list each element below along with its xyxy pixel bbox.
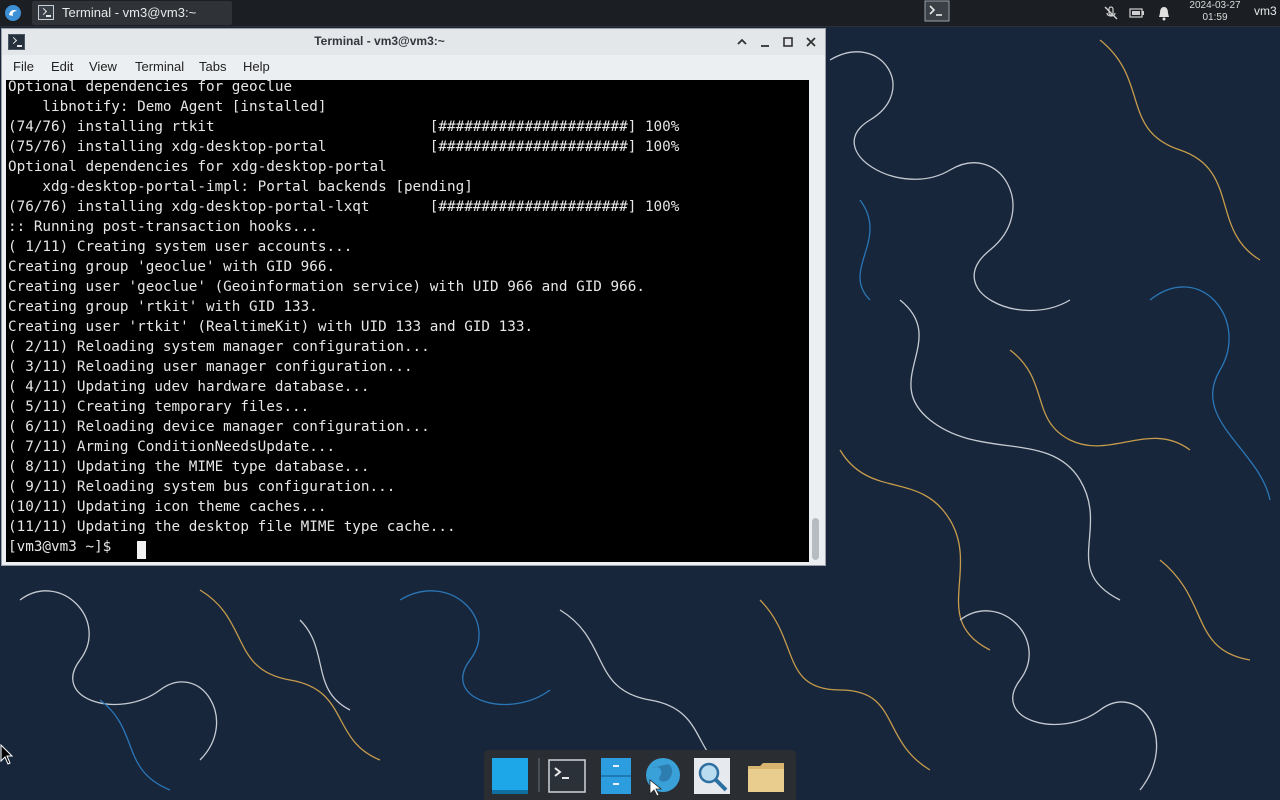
start-menu-icon[interactable] — [4, 4, 22, 22]
close-icon[interactable] — [801, 32, 821, 52]
taskbar-button-terminal[interactable]: Terminal - vm3@vm3:~ — [32, 1, 232, 25]
scrollbar[interactable] — [809, 80, 823, 562]
terminal-line: (74/76) installing rtkit [##############… — [8, 119, 680, 135]
terminal-line: ( 8/11) Updating the MIME type database.… — [8, 459, 370, 475]
window-title: Terminal - vm3@vm3:~ — [314, 34, 445, 48]
mic-muted-icon[interactable] — [1103, 5, 1119, 21]
terminal-line: ( 5/11) Creating temporary files... — [8, 399, 310, 415]
terminal-line: xdg-desktop-portal-impl: Portal backends… — [8, 179, 473, 195]
menubar: File Edit View Terminal Tabs Help — [2, 55, 825, 79]
clock[interactable]: 2024-03-27 01:59 — [1182, 0, 1248, 24]
terminal-icon — [38, 5, 54, 20]
scrollbar-thumb[interactable] — [812, 518, 819, 560]
terminal-window: Terminal - vm3@vm3:~ File Edit View Term… — [1, 28, 826, 566]
terminal-line: (10/11) Updating icon theme caches... — [8, 499, 327, 515]
terminal-line: libnotify: Demo Agent [installed] — [8, 99, 327, 115]
terminal-line: ( 6/11) Reloading device manager configu… — [8, 419, 430, 435]
terminal-line: Optional dependencies for geoclue — [8, 80, 293, 95]
terminal-line: ( 2/11) Reloading system manager configu… — [8, 339, 430, 355]
minimize-icon[interactable] — [755, 32, 775, 52]
window-titlebar[interactable]: Terminal - vm3@vm3:~ — [2, 29, 825, 55]
terminal-line: ( 7/11) Arming ConditionNeedsUpdate... — [8, 439, 336, 455]
menu-terminal[interactable]: Terminal — [135, 59, 184, 74]
terminal-line: Creating user 'rtkit' (RealtimeKit) with… — [8, 319, 534, 335]
terminal-line: Optional dependencies for xdg-desktop-po… — [8, 159, 387, 175]
show-desktop-icon[interactable] — [924, 0, 950, 23]
terminal-line: ( 9/11) Reloading system bus configurati… — [8, 479, 396, 495]
terminal-line: ( 1/11) Creating system user accounts... — [8, 239, 353, 255]
dock-separator — [538, 758, 540, 792]
menu-view[interactable]: View — [89, 59, 117, 74]
menu-edit[interactable]: Edit — [51, 59, 73, 74]
terminal-icon[interactable] — [547, 756, 587, 796]
taskbar-button-label: Terminal - vm3@vm3:~ — [62, 5, 197, 20]
terminal-line: (76/76) installing xdg-desktop-portal-lx… — [8, 199, 680, 215]
terminal-line: (75/76) installing xdg-desktop-portal [#… — [8, 139, 680, 155]
user-menu[interactable]: vm3 — [1254, 4, 1277, 18]
terminal-line: Creating user 'geoclue' (Geoinformation … — [8, 279, 645, 295]
search-icon[interactable] — [692, 756, 732, 796]
terminal-line: :: Running post-transaction hooks... — [8, 219, 318, 235]
restore-icon[interactable] — [778, 32, 798, 52]
web-browser-icon[interactable] — [642, 756, 682, 796]
menu-tabs[interactable]: Tabs — [199, 59, 226, 74]
terminal-output[interactable]: Optional dependencies for geoclue libnot… — [6, 80, 809, 562]
menu-help[interactable]: Help — [243, 59, 270, 74]
terminal-line: ( 3/11) Reloading user manager configura… — [8, 359, 413, 375]
desktop-icon[interactable] — [490, 756, 530, 796]
top-panel: Terminal - vm3@vm3:~ 2024-03-27 01:59 vm… — [0, 0, 1280, 27]
terminal-line: ( 4/11) Updating udev hardware database.… — [8, 379, 370, 395]
mouse-pointer-icon — [0, 744, 14, 765]
menu-file[interactable]: File — [13, 59, 34, 74]
terminal-cursor — [137, 541, 146, 559]
terminal-line: Creating group 'rtkit' with GID 133. — [8, 299, 318, 315]
maximize-up-icon[interactable] — [732, 32, 752, 52]
terminal-prompt: [vm3@vm3 ~]$ — [8, 539, 120, 555]
battery-icon[interactable] — [1129, 5, 1145, 21]
terminal-line: Creating group 'geoclue' with GID 966. — [8, 259, 336, 275]
clock-time: 01:59 — [1202, 12, 1228, 23]
file-cabinet-icon[interactable] — [596, 756, 636, 796]
folder-icon[interactable] — [746, 756, 786, 796]
dock — [484, 750, 796, 800]
notifications-icon[interactable] — [1156, 5, 1172, 21]
terminal-line: (11/11) Updating the desktop file MIME t… — [8, 519, 456, 535]
clock-date: 2024-03-27 — [1189, 0, 1241, 11]
